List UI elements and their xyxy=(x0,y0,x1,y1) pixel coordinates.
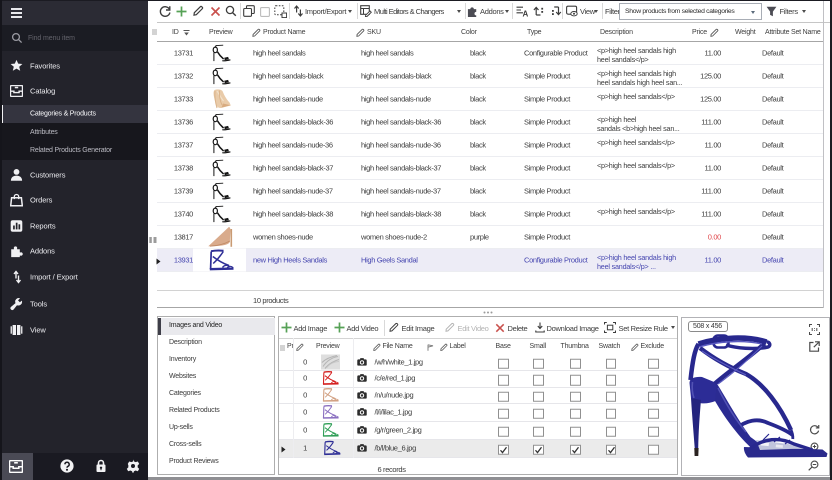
svg-text:A: A xyxy=(523,9,529,17)
